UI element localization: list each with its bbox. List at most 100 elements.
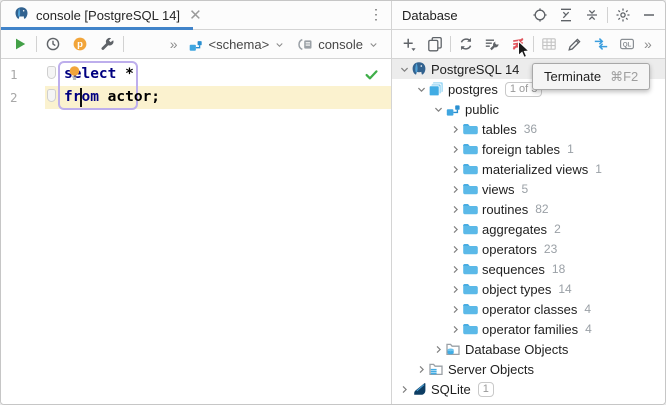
chevron-right-icon[interactable] (448, 122, 462, 136)
tree-item-label: SQLite (431, 382, 471, 397)
console-session-icon (298, 37, 313, 52)
code-line[interactable]: from actor; (64, 86, 160, 109)
schema-icon (445, 101, 462, 117)
edit-button[interactable] (564, 33, 586, 55)
intention-bulb-icon[interactable] (67, 65, 82, 86)
tree-row[interactable]: object types14 (392, 279, 666, 299)
chevron-right-icon[interactable] (448, 162, 462, 176)
tree-row[interactable]: aggregates2 (392, 219, 666, 239)
console-session-selector[interactable]: console (294, 37, 383, 52)
tree-item-label: sequences (482, 262, 545, 277)
tree-item-label: PostgreSQL 14 (431, 62, 519, 77)
tree-row[interactable]: materialized views1 (392, 159, 666, 179)
data-source-properties-button[interactable] (481, 33, 503, 55)
chevron-right-icon[interactable] (448, 282, 462, 296)
chevron-right-icon[interactable] (448, 302, 462, 316)
postgresql-icon (14, 6, 29, 26)
duplicate-button[interactable] (424, 33, 446, 55)
chevron-right-icon[interactable] (448, 142, 462, 156)
refresh-button[interactable] (455, 33, 477, 55)
tree-row[interactable]: views5 (392, 179, 666, 199)
editor-tab-bar: console [PostgreSQL 14] ✕ ⋮ (1, 1, 391, 30)
schema-selector[interactable]: <schema> (184, 37, 289, 52)
tree-row[interactable]: sequences18 (392, 259, 666, 279)
tree-row[interactable]: SQLite1 (392, 379, 666, 399)
folder-icon (462, 181, 479, 197)
folder-icon (462, 321, 479, 337)
execute-button[interactable] (9, 33, 31, 55)
chevron-right-icon[interactable] (397, 382, 411, 396)
toolbar-separator (450, 36, 451, 52)
tree-item-label: operator classes (482, 302, 577, 317)
schema-selector-label: <schema> (208, 37, 269, 52)
tree-item-count: 4 (585, 322, 592, 336)
console-toolbar: p » <schema> console (1, 30, 391, 59)
tree-item-count: 36 (524, 122, 537, 136)
postgres-role-button[interactable]: p (69, 33, 91, 55)
gear-icon[interactable] (612, 4, 634, 26)
chevron-down-icon (274, 39, 285, 50)
svg-text:p: p (77, 39, 83, 50)
database-icon (428, 81, 445, 97)
fold-marker[interactable] (47, 66, 56, 79)
tree-row[interactable]: foreign tables1 (392, 139, 666, 159)
tree-item-label: public (465, 102, 499, 117)
inspections-ok-icon[interactable] (364, 67, 379, 87)
database-panel-header: Database (392, 1, 666, 30)
terminate-tooltip: Terminate ⌘F2 (532, 63, 650, 90)
chevron-down-icon (368, 39, 379, 50)
tree-row[interactable]: Server Objects (392, 359, 666, 379)
tree-item-label: routines (482, 202, 528, 217)
tree-item-label: Server Objects (448, 362, 534, 377)
add-data-source-button[interactable] (398, 33, 420, 55)
server-objects-icon (428, 361, 445, 377)
table-button[interactable] (538, 33, 560, 55)
navigate-arrows-button[interactable] (590, 33, 612, 55)
console-settings-button[interactable] (96, 33, 118, 55)
chevron-right-icon[interactable] (448, 242, 462, 256)
tree-row[interactable]: public (392, 99, 666, 119)
chevron-right-icon[interactable] (414, 362, 428, 376)
close-icon[interactable]: ✕ (189, 9, 202, 23)
collapse-all-icon[interactable] (581, 4, 603, 26)
hide-panel-icon[interactable] (638, 4, 660, 26)
chevron-down-icon[interactable] (414, 82, 428, 96)
sql-editor[interactable]: 1select *2from actor; (1, 59, 391, 405)
console-selector-label: console (318, 37, 363, 52)
chevron-right-icon[interactable] (431, 342, 445, 356)
toolbar-overflow-button[interactable]: » (168, 34, 180, 54)
locate-icon[interactable] (529, 4, 551, 26)
tooltip-shortcut: ⌘F2 (610, 69, 638, 85)
folder-icon (462, 301, 479, 317)
tree-item-count: 14 (558, 282, 571, 296)
db-objects-icon (445, 341, 462, 357)
tab-console-postgresql[interactable]: console [PostgreSQL 14] ✕ (1, 1, 193, 30)
tab-options-kebab-icon[interactable]: ⋮ (369, 6, 383, 23)
history-button[interactable] (42, 33, 64, 55)
tree-item-label: materialized views (482, 162, 588, 177)
chevron-down-icon[interactable] (431, 102, 445, 116)
tree-row[interactable]: operators23 (392, 239, 666, 259)
tree-row[interactable]: operator classes4 (392, 299, 666, 319)
tree-item-label: foreign tables (482, 142, 560, 157)
tree-row[interactable]: routines 82 (392, 199, 666, 219)
tree-row[interactable]: Database Objects (392, 339, 666, 359)
svg-text:QL: QL (623, 41, 632, 48)
toolbar-separator (533, 36, 534, 52)
tree-row[interactable]: tables36 (392, 119, 666, 139)
chevron-right-icon[interactable] (448, 222, 462, 236)
tree-item-label: operator families (482, 322, 578, 337)
chevron-right-icon[interactable] (448, 262, 462, 276)
chevron-down-icon[interactable] (397, 62, 411, 76)
chevron-right-icon[interactable] (448, 182, 462, 196)
chevron-right-icon[interactable] (448, 322, 462, 336)
chevron-right-icon[interactable] (448, 202, 462, 216)
tree-item-count: 5 (522, 182, 529, 196)
code-token-plain: actor; (99, 89, 160, 105)
tree-row[interactable]: operator families 4 (392, 319, 666, 339)
expand-all-icon[interactable] (555, 4, 577, 26)
tree-item-count: 82 (535, 202, 548, 216)
fold-marker[interactable] (47, 89, 56, 102)
jump-to-console-button[interactable]: QL (616, 33, 638, 55)
toolbar-overflow-button[interactable]: » (642, 34, 654, 54)
